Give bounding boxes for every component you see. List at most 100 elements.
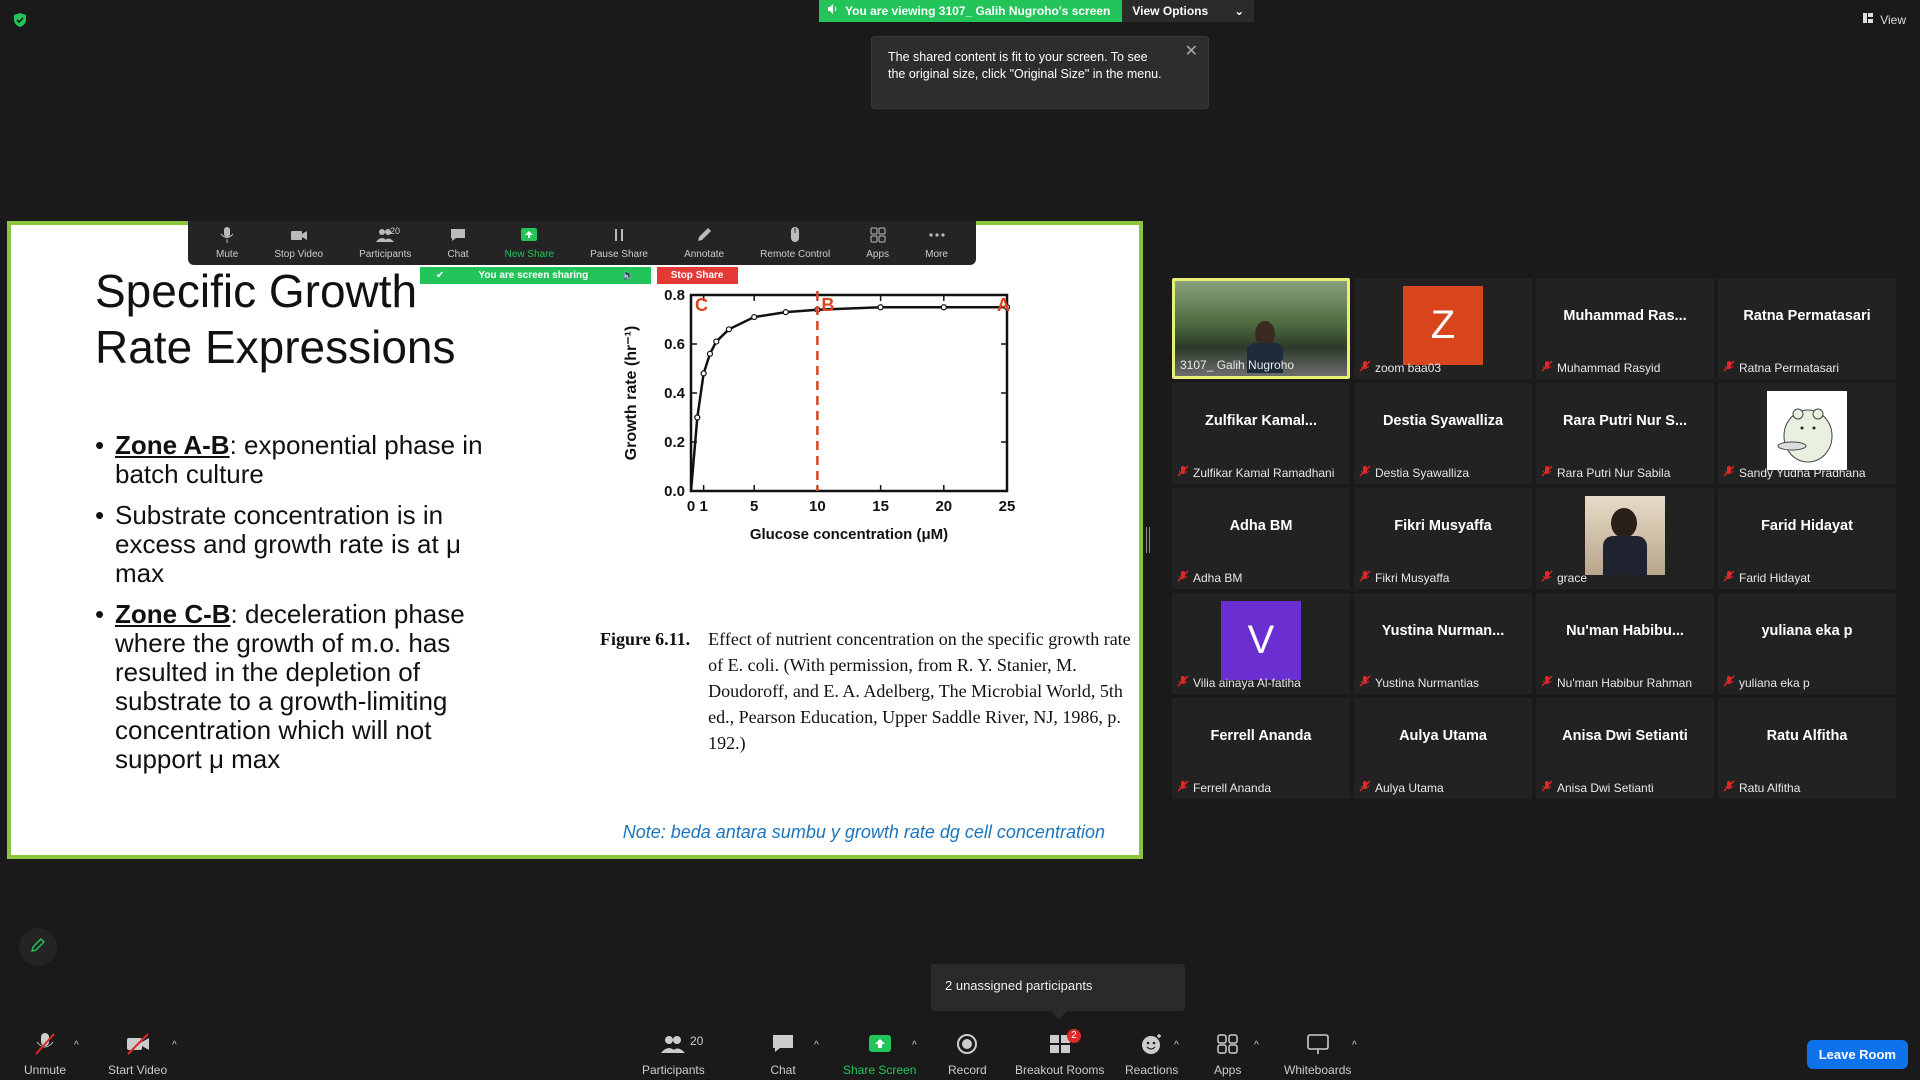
- toolbar-mute-button[interactable]: Mute: [216, 226, 238, 260]
- shared-slide: Specific Growth Rate Expressions Zone A-…: [7, 221, 1143, 859]
- participant-tile[interactable]: Destia Syawalliza Destia Syawalliza: [1354, 383, 1532, 484]
- unassigned-participants-tooltip: 2 unassigned participants: [931, 964, 1185, 1019]
- participant-name-tag: Rara Putri Nur Sabila: [1541, 465, 1670, 480]
- mic-muted-icon: [32, 1032, 58, 1059]
- record-button[interactable]: Record: [948, 1032, 987, 1077]
- toolbar-new-share-button[interactable]: New Share: [505, 226, 554, 260]
- panel-resize-handle[interactable]: [1146, 527, 1150, 553]
- data-point: [725, 326, 733, 333]
- whiteboards-options-caret[interactable]: ^: [1352, 1040, 1357, 1051]
- mic-muted-icon: [1177, 780, 1189, 795]
- participant-tile[interactable]: Aulya Utama Aulya Utama: [1354, 698, 1532, 799]
- participant-tile[interactable]: Rara Putri Nur S... Rara Putri Nur Sabila: [1536, 383, 1714, 484]
- participant-tile[interactable]: Fikri Musyaffa Fikri Musyaffa: [1354, 488, 1532, 589]
- participant-tile[interactable]: Ratna Permatasari Ratna Permatasari: [1718, 278, 1896, 379]
- apps-button[interactable]: Apps: [1214, 1032, 1241, 1077]
- toolbar-label: Mute: [216, 249, 239, 260]
- bullet-list: Zone A-B: exponential phase in batch cul…: [95, 431, 505, 786]
- participant-tile[interactable]: Ferrell Ananda Ferrell Ananda: [1172, 698, 1350, 799]
- zone-label: Zone A-B: [115, 430, 230, 460]
- participant-avatar: Z: [1403, 286, 1483, 365]
- pause-icon: [610, 226, 628, 247]
- participant-tile[interactable]: 3107_ Galih Nugroho: [1172, 278, 1350, 379]
- participant-name-tag: Anisa Dwi Setianti: [1541, 780, 1654, 795]
- annotate-pencil-button[interactable]: [19, 928, 57, 966]
- mic-muted-icon: [1359, 675, 1371, 690]
- participant-name-tag: Muhammad Rasyid: [1541, 360, 1660, 375]
- participant-name-tag: Vilia ainaya Al-fatiha: [1177, 675, 1301, 690]
- stop-share-button[interactable]: Stop Share: [656, 267, 738, 284]
- participant-tile[interactable]: Nu'man Habibu... Nu'man Habibur Rahman: [1536, 593, 1714, 694]
- growth-rate-curve: [689, 306, 1007, 492]
- participant-tile[interactable]: Zzoom baa03: [1354, 278, 1532, 379]
- breakout-rooms-button[interactable]: 2 Breakout Rooms: [1015, 1029, 1104, 1077]
- participant-tile[interactable]: Muhammad Ras... Muhammad Rasyid: [1536, 278, 1714, 379]
- participant-gallery: 3107_ Galih Nugroho Zzoom baa03 Muhammad R…: [1172, 278, 1898, 799]
- participant-tile[interactable]: V Vilia ainaya Al-fatiha: [1172, 593, 1350, 694]
- participant-name: Aulya Utama: [1375, 780, 1444, 795]
- record-icon: [954, 1032, 980, 1059]
- start-video-label: Start Video: [108, 1063, 168, 1077]
- participant-tile[interactable]: Adha BM Adha BM: [1172, 488, 1350, 589]
- mic-muted-icon: [1541, 675, 1553, 690]
- start-video-button[interactable]: Start Video: [108, 1032, 167, 1077]
- participant-display-name: Ratna Permatasari: [1743, 308, 1871, 324]
- toolbar-label: Annotate: [684, 249, 725, 260]
- participant-name: Sandy Yudha Pradhana: [1739, 465, 1866, 480]
- participant-name-tag: Nu'man Habibur Rahman: [1541, 675, 1692, 690]
- toolbar-annotate-button[interactable]: Annotate: [684, 226, 724, 260]
- unmute-button[interactable]: Unmute: [24, 1032, 66, 1077]
- viewing-status: You are viewing 3107_ Galih Nugroho's sc…: [819, 0, 1123, 22]
- participant-name: Farid Hidayat: [1739, 570, 1811, 585]
- share-screen-icon: [867, 1032, 893, 1059]
- mic-muted-icon: [1177, 465, 1189, 480]
- participant-display-name: Adha BM: [1229, 518, 1293, 534]
- participant-tile[interactable]: Anisa Dwi Setianti Anisa Dwi Setianti: [1536, 698, 1714, 799]
- toolbar-apps-button[interactable]: Apps: [866, 226, 889, 260]
- bullet-text: Substrate concentration is in excess and…: [115, 500, 461, 588]
- reactions-options-caret[interactable]: ^: [1174, 1040, 1179, 1051]
- participant-display-name: Zulfikar Kamal...: [1204, 413, 1317, 429]
- close-icon[interactable]: ✕: [1185, 43, 1198, 60]
- data-point: [877, 304, 884, 311]
- view-options-button[interactable]: View Options ⌄: [1122, 0, 1255, 22]
- toolbar-participants-button[interactable]: Participants: [359, 226, 411, 260]
- view-label: View: [1880, 12, 1906, 27]
- reactions-button[interactable]: Reactions: [1125, 1032, 1178, 1077]
- toolbar-pause-share-button[interactable]: Pause Share: [590, 226, 648, 260]
- whiteboards-button[interactable]: Whiteboards: [1284, 1032, 1351, 1077]
- y-tick-label: 0.0: [664, 483, 685, 500]
- toolbar-chat-button[interactable]: Chat: [447, 226, 469, 260]
- participant-display-name: Nu'man Habibu...: [1566, 623, 1684, 639]
- view-button[interactable]: View: [1862, 12, 1906, 27]
- figure-label: Figure 6.11.: [600, 629, 691, 649]
- participant-name-tag: Fikri Musyaffa: [1359, 570, 1449, 585]
- security-shield-icon[interactable]: [12, 12, 28, 28]
- audio-options-caret[interactable]: ^: [74, 1040, 79, 1051]
- toolbar-stop-video-button[interactable]: Stop Video: [274, 226, 323, 260]
- participant-tile[interactable]: Zulfikar Kamal... Zulfikar Kamal Ramadhan…: [1172, 383, 1350, 484]
- fit-screen-tooltip: The shared content is fit to your screen…: [871, 36, 1209, 109]
- more-icon: [928, 226, 946, 247]
- toolbar-remote-control-button[interactable]: Remote Control: [760, 226, 830, 260]
- toolbar-more-button[interactable]: More: [925, 226, 948, 260]
- leave-room-button[interactable]: Leave Room: [1806, 1040, 1908, 1069]
- mic-muted-icon: [1359, 780, 1371, 795]
- data-point: [706, 350, 714, 357]
- chat-button[interactable]: Chat: [770, 1032, 796, 1077]
- participant-tile[interactable]: yuliana eka p yuliana eka p: [1718, 593, 1896, 694]
- participant-tile[interactable]: Ratu Alfitha Ratu Alfitha: [1718, 698, 1896, 799]
- share-screen-button[interactable]: Share Screen: [843, 1032, 916, 1077]
- participant-tile[interactable]: Sandy Yudha Pradhana: [1718, 383, 1896, 484]
- participant-tile[interactable]: Farid Hidayat Farid Hidayat: [1718, 488, 1896, 589]
- participant-name: Adha BM: [1193, 570, 1243, 585]
- chat-options-caret[interactable]: ^: [814, 1040, 819, 1051]
- video-options-caret[interactable]: ^: [172, 1040, 177, 1051]
- participant-display-name: yuliana eka p: [1761, 623, 1853, 639]
- whiteboards-label: Whiteboards: [1284, 1063, 1352, 1077]
- participant-tile[interactable]: Yustina Nurman... Yustina Nurmantias: [1354, 593, 1532, 694]
- apps-options-caret[interactable]: ^: [1254, 1040, 1259, 1051]
- share-options-caret[interactable]: ^: [912, 1040, 917, 1051]
- participant-tile[interactable]: grace: [1536, 488, 1714, 589]
- toolbar-label: Chat: [447, 249, 469, 260]
